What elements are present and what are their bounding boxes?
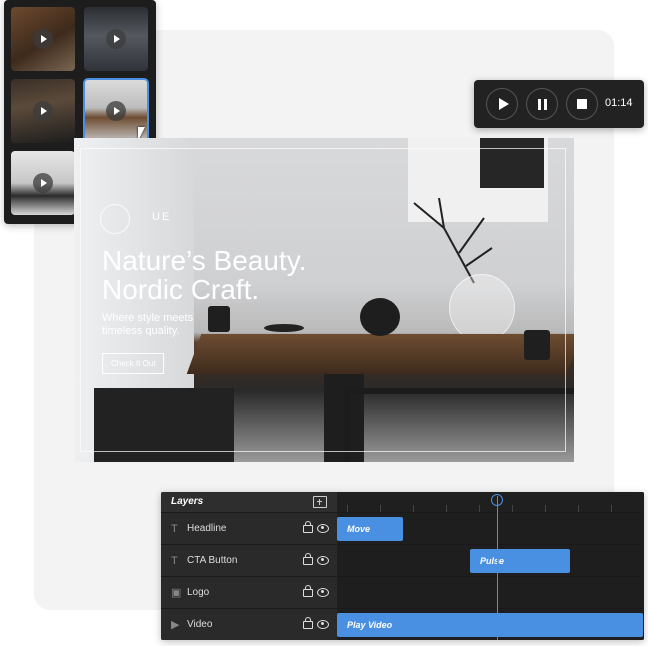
ruler-tick <box>446 505 447 512</box>
eye-icon[interactable] <box>317 620 329 629</box>
subtitle-line: timeless quality. <box>102 325 180 337</box>
text-layer-icon: T <box>171 523 178 535</box>
play-icon <box>106 29 126 49</box>
play-icon <box>106 101 126 121</box>
animation-clip[interactable]: Move <box>337 517 403 541</box>
layer-name: Logo <box>187 587 210 598</box>
video-thumbnail[interactable] <box>84 7 148 71</box>
add-layer-icon[interactable] <box>313 496 327 508</box>
layer-row[interactable]: T CTA Button Pulse <box>161 544 644 577</box>
layer-label: T Headline <box>161 513 337 545</box>
eye-icon[interactable] <box>317 556 329 565</box>
ruler-tick <box>545 505 546 512</box>
eye-icon[interactable] <box>317 524 329 533</box>
ruler-tick <box>347 505 348 512</box>
ruler-tick <box>380 505 381 512</box>
stop-button[interactable] <box>566 88 598 120</box>
hero-subtitle: Where style meets timeless quality. <box>102 312 202 338</box>
ruler-tick <box>611 505 612 512</box>
cta-button[interactable]: Check It Out <box>102 353 165 374</box>
lock-icon[interactable] <box>303 521 313 533</box>
animation-clip[interactable]: Play Video <box>337 613 643 637</box>
layer-name: Video <box>187 619 213 630</box>
pause-button[interactable] <box>526 88 558 120</box>
hero-banner-preview[interactable]: UE Nature’s Beauty. Nordic Craft. Where … <box>74 138 574 462</box>
play-icon <box>33 29 53 49</box>
lock-icon[interactable] <box>303 585 313 597</box>
layer-row[interactable]: T Headline Move <box>161 512 644 545</box>
layer-label: ▣ Logo <box>161 577 337 609</box>
play-icon <box>33 173 53 193</box>
playback-time: 01:14 <box>605 97 633 109</box>
layer-track[interactable]: Pulse <box>337 545 644 577</box>
play-icon <box>33 101 53 121</box>
lock-icon[interactable] <box>303 617 313 629</box>
layer-label: T CTA Button <box>161 545 337 577</box>
layers-title: Layers <box>171 496 204 507</box>
subtitle-line: Where style meets <box>102 312 194 324</box>
hero-headline[interactable]: Nature’s Beauty. Nordic Craft. <box>102 246 306 304</box>
brand-name: UE <box>152 211 172 223</box>
video-thumbnail[interactable] <box>11 151 75 215</box>
image-layer-icon: ▣ <box>171 587 182 599</box>
animation-clip[interactable]: Pulse <box>470 549 570 573</box>
layer-name: Headline <box>187 523 227 534</box>
layer-name: CTA Button <box>187 555 238 566</box>
video-layer-icon: ▶ <box>171 619 180 631</box>
text-layer-icon: T <box>171 555 178 567</box>
layer-row[interactable]: ▶ Video Play Video <box>161 608 644 640</box>
ruler-tick <box>413 505 414 512</box>
video-thumbnail[interactable] <box>11 7 75 71</box>
video-thumbnail[interactable] <box>11 79 75 143</box>
layer-track[interactable]: Move <box>337 513 644 545</box>
layer-row[interactable]: ▣ Logo <box>161 576 644 609</box>
logo-ring-icon <box>100 204 130 234</box>
playhead-handle[interactable] <box>491 494 503 506</box>
eye-icon[interactable] <box>317 588 329 597</box>
play-button[interactable] <box>486 88 518 120</box>
layer-track[interactable] <box>337 577 644 609</box>
playhead[interactable] <box>497 496 498 640</box>
layers-timeline: Layers T Headline Move T CTA Button Puls… <box>161 492 644 640</box>
ruler-tick <box>512 505 513 512</box>
layer-track[interactable]: Play Video <box>337 609 644 640</box>
layer-label: ▶ Video <box>161 609 337 640</box>
ruler-tick <box>479 505 480 512</box>
ruler-tick <box>578 505 579 512</box>
lock-icon[interactable] <box>303 553 313 565</box>
playback-controls: 01:14 <box>474 80 644 128</box>
headline-line: Nature’s Beauty. <box>102 245 307 276</box>
headline-line: Nordic Craft. <box>102 274 260 305</box>
layers-header: Layers <box>161 492 337 512</box>
